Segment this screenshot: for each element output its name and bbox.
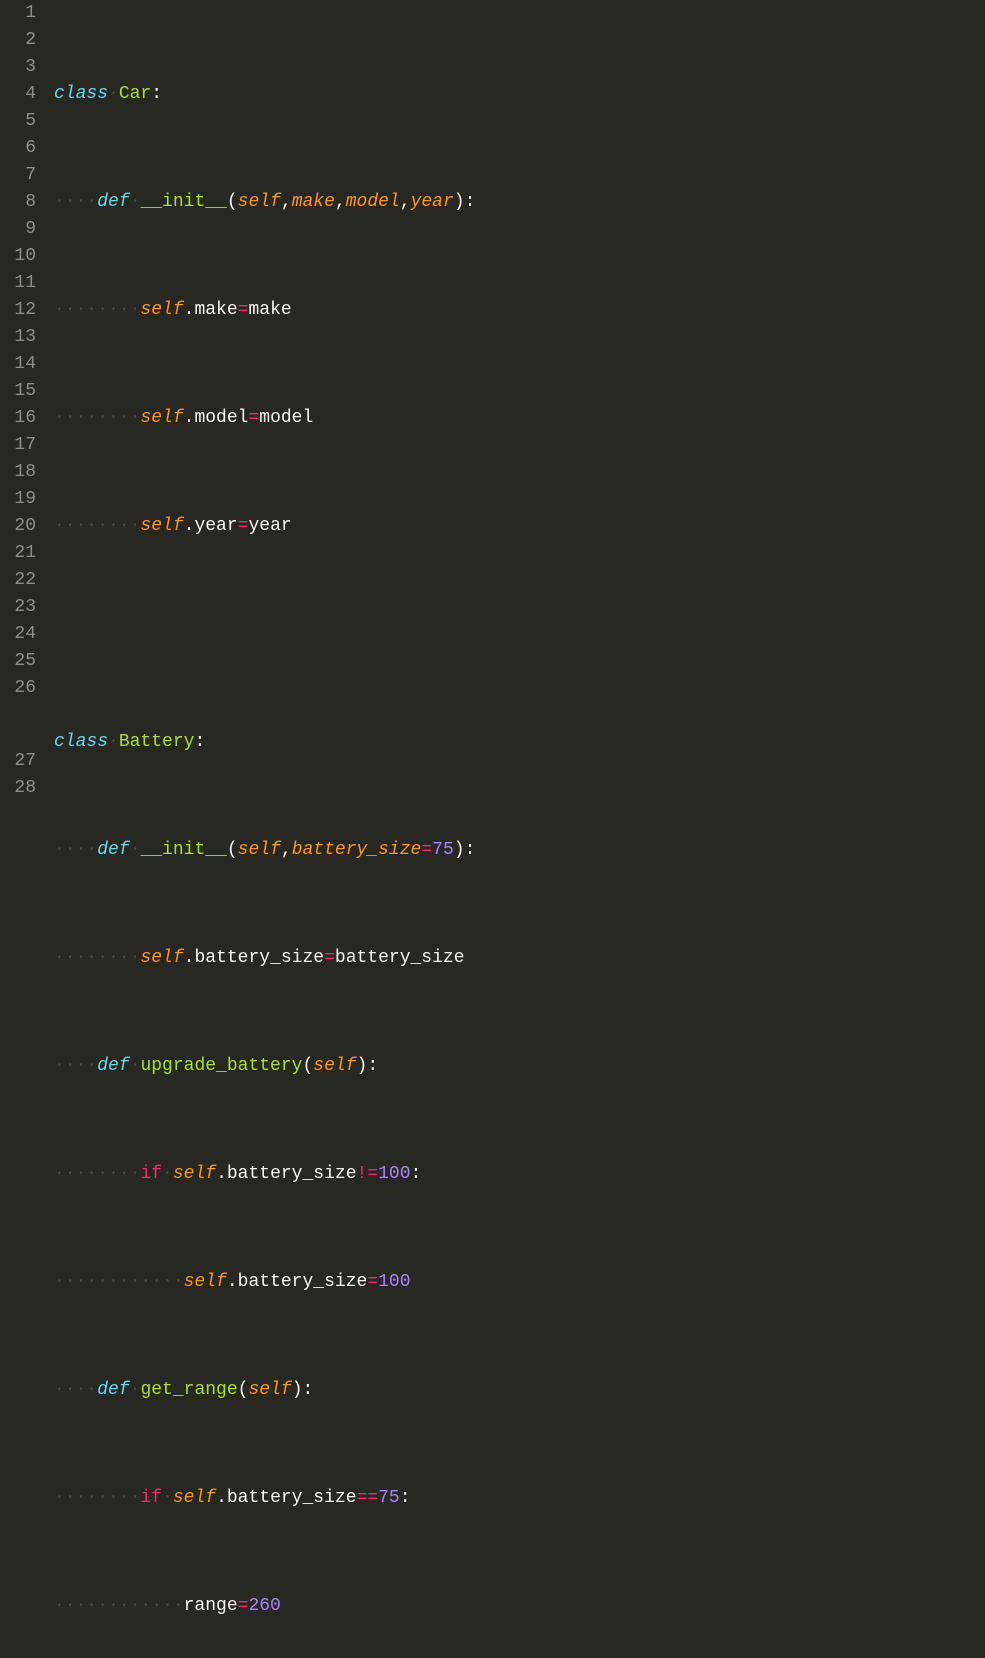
line-number: 19 — [8, 486, 36, 513]
line-number: 26 — [8, 675, 36, 702]
code-line[interactable]: ····def·__init__(self,make,model,year): — [54, 189, 985, 216]
code-line[interactable]: ····def·get_range(self): — [54, 1377, 985, 1404]
code-line[interactable] — [54, 621, 985, 648]
line-number: 1 — [8, 0, 36, 27]
line-number: 15 — [8, 378, 36, 405]
line-number: 25 — [8, 648, 36, 675]
line-number: 13 — [8, 324, 36, 351]
line-number: 16 — [8, 405, 36, 432]
code-line[interactable]: ········self.battery_size=battery_size — [54, 945, 985, 972]
line-number: 7 — [8, 162, 36, 189]
code-line[interactable]: ········self.year=year — [54, 513, 985, 540]
code-line[interactable]: ········if·self.battery_size==75: — [54, 1485, 985, 1512]
code-line[interactable]: ············self.battery_size=100 — [54, 1269, 985, 1296]
code-line[interactable]: class·Car: — [54, 81, 985, 108]
line-number: 8 — [8, 189, 36, 216]
line-number: 18 — [8, 459, 36, 486]
line-number: 23 — [8, 594, 36, 621]
line-number: 5 — [8, 108, 36, 135]
line-number: 3 — [8, 54, 36, 81]
line-number: 2 — [8, 27, 36, 54]
code-line[interactable]: ····def·__init__(self,battery_size=75): — [54, 837, 985, 864]
line-number: 4 — [8, 81, 36, 108]
code-line[interactable]: class·Battery: — [54, 729, 985, 756]
line-number: 28 — [8, 775, 36, 802]
line-number-gutter: 1 2 3 4 5 6 7 8 9 10 11 12 13 14 15 16 1… — [0, 0, 50, 829]
line-number: 12 — [8, 297, 36, 324]
code-line[interactable]: ········self.model=model — [54, 405, 985, 432]
line-number: 24 — [8, 621, 36, 648]
line-number: 27 — [8, 748, 36, 775]
line-number: 11 — [8, 270, 36, 297]
code-line[interactable]: ········self.make=make — [54, 297, 985, 324]
code-editor[interactable]: 1 2 3 4 5 6 7 8 9 10 11 12 13 14 15 16 1… — [0, 0, 985, 829]
line-number: 17 — [8, 432, 36, 459]
line-number: 6 — [8, 135, 36, 162]
line-number: 9 — [8, 216, 36, 243]
line-number: 22 — [8, 567, 36, 594]
line-number: 20 — [8, 513, 36, 540]
line-number: 21 — [8, 540, 36, 567]
line-number: 14 — [8, 351, 36, 378]
code-line[interactable]: ········if·self.battery_size!=100: — [54, 1161, 985, 1188]
code-area[interactable]: class·Car: ····def·__init__(self,make,mo… — [50, 0, 985, 829]
line-number: 10 — [8, 243, 36, 270]
code-line[interactable]: ····def·upgrade_battery(self): — [54, 1053, 985, 1080]
code-line[interactable]: ············range=260 — [54, 1593, 985, 1620]
